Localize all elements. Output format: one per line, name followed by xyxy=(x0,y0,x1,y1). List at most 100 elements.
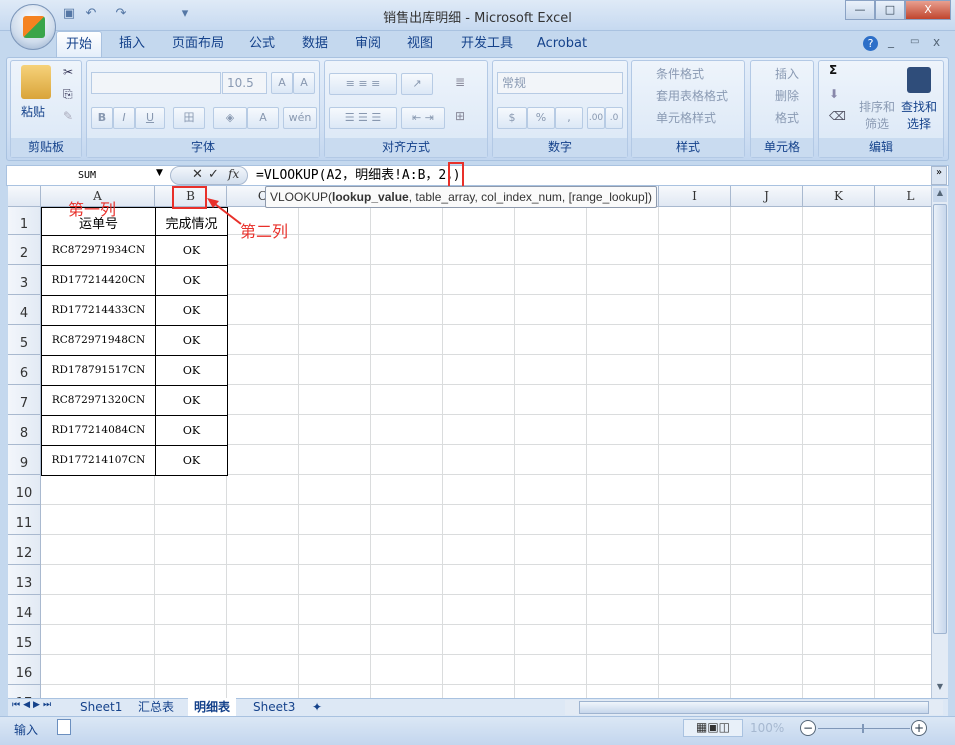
tracking-number-cell[interactable]: RD177214433CN xyxy=(41,295,156,326)
format-as-table-button[interactable]: 套用表格格式 xyxy=(656,87,728,104)
grow-font-button[interactable]: A xyxy=(271,72,293,94)
fill-color-icon[interactable]: ◈ xyxy=(213,107,247,129)
tracking-number-cell[interactable]: RC872971320CN xyxy=(41,385,156,416)
status-cell[interactable]: OK xyxy=(155,445,228,476)
shrink-font-button[interactable]: A xyxy=(293,72,315,94)
minimize-button[interactable]: — xyxy=(845,0,875,20)
paste-icon[interactable] xyxy=(21,65,51,99)
column-header-l[interactable]: L xyxy=(875,186,931,207)
scroll-down-icon[interactable]: ▼ xyxy=(933,682,947,696)
insert-sheet-icon[interactable]: ✦ xyxy=(306,698,328,716)
worksheet-grid[interactable]: ABCDEFGHIJKL1234567891011121314151617运单号… xyxy=(8,186,931,698)
sort-filter-button[interactable]: 排序和筛选 xyxy=(857,99,897,133)
horizontal-align-buttons[interactable]: ☰ ☰ ☰ xyxy=(329,107,397,129)
ribbon-close-icon[interactable]: x xyxy=(933,35,940,49)
view-buttons[interactable]: ▦▣◫ xyxy=(683,719,743,737)
status-cell[interactable]: OK xyxy=(155,415,228,446)
tracking-number-cell[interactable]: RD177214420CN xyxy=(41,265,156,296)
paste-button[interactable]: 粘贴 xyxy=(21,103,45,120)
sheet-tab[interactable]: Sheet1 xyxy=(74,698,128,716)
row-header-8[interactable]: 8 xyxy=(8,415,41,445)
underline-button[interactable]: U xyxy=(135,107,165,129)
fill-icon[interactable]: ⬇ xyxy=(829,87,839,101)
row-header-5[interactable]: 5 xyxy=(8,325,41,355)
status-cell[interactable]: OK xyxy=(155,295,228,326)
office-button[interactable] xyxy=(10,4,56,50)
tab-view[interactable]: 视图 xyxy=(402,31,438,57)
autosum-button[interactable]: Σ xyxy=(829,63,837,77)
row-header-17[interactable]: 17 xyxy=(8,685,41,698)
tab-data[interactable]: 数据 xyxy=(296,31,334,57)
status-cell[interactable]: OK xyxy=(155,355,228,386)
vertical-align-buttons[interactable]: ≡ ≡ ≡ xyxy=(329,73,397,95)
currency-icon[interactable]: $ xyxy=(497,107,527,129)
scrollbar-thumb[interactable] xyxy=(933,204,947,634)
font-name-combo[interactable] xyxy=(91,72,221,94)
zoom-in-icon[interactable]: + xyxy=(911,720,927,736)
save-icon[interactable]: ▣ xyxy=(60,6,78,24)
tracking-number-cell[interactable]: RD178791517CN xyxy=(41,355,156,386)
tab-insert[interactable]: 插入 xyxy=(110,31,154,57)
zoom-out-icon[interactable]: − xyxy=(800,720,816,736)
ribbon-restore-icon[interactable]: ▭ xyxy=(910,36,919,47)
status-cell[interactable]: OK xyxy=(155,235,228,266)
name-box-dropdown-icon[interactable]: ▼ xyxy=(156,168,163,178)
insert-function-icon[interactable]: fx xyxy=(228,167,239,181)
zoom-level[interactable]: 100% xyxy=(750,721,784,735)
macro-record-icon[interactable] xyxy=(57,719,71,735)
clear-icon[interactable]: ⌫ xyxy=(829,109,846,123)
tab-home[interactable]: 开始 xyxy=(56,31,102,57)
help-icon[interactable]: ? xyxy=(863,36,878,51)
orientation-icon[interactable]: ↗ xyxy=(401,73,433,95)
redo-icon[interactable]: ↷ xyxy=(112,6,130,24)
column-header-i[interactable]: I xyxy=(659,186,731,207)
italic-button[interactable]: I xyxy=(113,107,135,129)
merge-cells-icon[interactable]: ⊞ xyxy=(455,109,465,123)
font-size-combo[interactable]: 10.5 xyxy=(222,72,267,94)
increase-decimal-button[interactable]: .00 xyxy=(587,107,605,129)
row-header-3[interactable]: 3 xyxy=(8,265,41,295)
tab-developer[interactable]: 开发工具 xyxy=(455,31,519,57)
scrollbar-thumb[interactable] xyxy=(579,701,929,714)
tab-page-layout[interactable]: 页面布局 xyxy=(166,31,230,57)
row-header-14[interactable]: 14 xyxy=(8,595,41,625)
column-header-k[interactable]: K xyxy=(803,186,875,207)
restore-button[interactable]: □ xyxy=(875,0,905,20)
row-header-16[interactable]: 16 xyxy=(8,655,41,685)
status-cell[interactable]: OK xyxy=(155,385,228,416)
row-header-1[interactable]: 1 xyxy=(8,207,41,235)
row-header-13[interactable]: 13 xyxy=(8,565,41,595)
tracking-number-cell[interactable]: RD177214107CN xyxy=(41,445,156,476)
zoom-slider[interactable] xyxy=(818,728,910,729)
insert-cells-button[interactable]: 插入 xyxy=(775,65,799,82)
scroll-up-icon[interactable]: ▲ xyxy=(933,188,947,202)
tab-acrobat[interactable]: Acrobat xyxy=(532,31,592,57)
cell-styles-button[interactable]: 单元格样式 xyxy=(656,109,716,126)
copy-icon[interactable]: ⎘ xyxy=(63,87,73,102)
formula-input[interactable]: =VLOOKUP(A2，明细表!A:B，2，) xyxy=(256,166,461,185)
font-color-button[interactable]: A xyxy=(247,107,279,129)
row-header-15[interactable]: 15 xyxy=(8,625,41,655)
delete-cells-button[interactable]: 删除 xyxy=(775,87,799,104)
bold-button[interactable]: B xyxy=(91,107,113,129)
row-header-6[interactable]: 6 xyxy=(8,355,41,385)
zoom-slider-thumb[interactable] xyxy=(862,724,864,733)
row-header-7[interactable]: 7 xyxy=(8,385,41,415)
row-header-12[interactable]: 12 xyxy=(8,535,41,565)
cut-icon[interactable]: ✂ xyxy=(63,65,73,79)
undo-icon[interactable]: ↶ xyxy=(82,6,100,24)
tooltip-arg-active[interactable]: lookup_value xyxy=(332,190,409,204)
ribbon-minimize-icon[interactable]: _ xyxy=(888,34,894,48)
decrease-decimal-button[interactable]: .0 xyxy=(605,107,623,129)
customize-qat-icon[interactable]: ▾ xyxy=(176,6,194,24)
select-all-corner[interactable] xyxy=(8,186,41,207)
border-button[interactable]: 田 xyxy=(173,107,205,129)
percent-button[interactable]: % xyxy=(527,107,555,129)
tab-review[interactable]: 审阅 xyxy=(350,31,386,57)
sheet-nav-icons[interactable]: ⏮◀▶⏭ xyxy=(12,700,54,710)
row-header-2[interactable]: 2 xyxy=(8,235,41,265)
indent-buttons[interactable]: ⇤ ⇥ xyxy=(401,107,445,129)
wrap-text-icon[interactable]: ≣ xyxy=(455,75,465,89)
horizontal-scrollbar[interactable] xyxy=(565,700,943,715)
row-header-4[interactable]: 4 xyxy=(8,295,41,325)
